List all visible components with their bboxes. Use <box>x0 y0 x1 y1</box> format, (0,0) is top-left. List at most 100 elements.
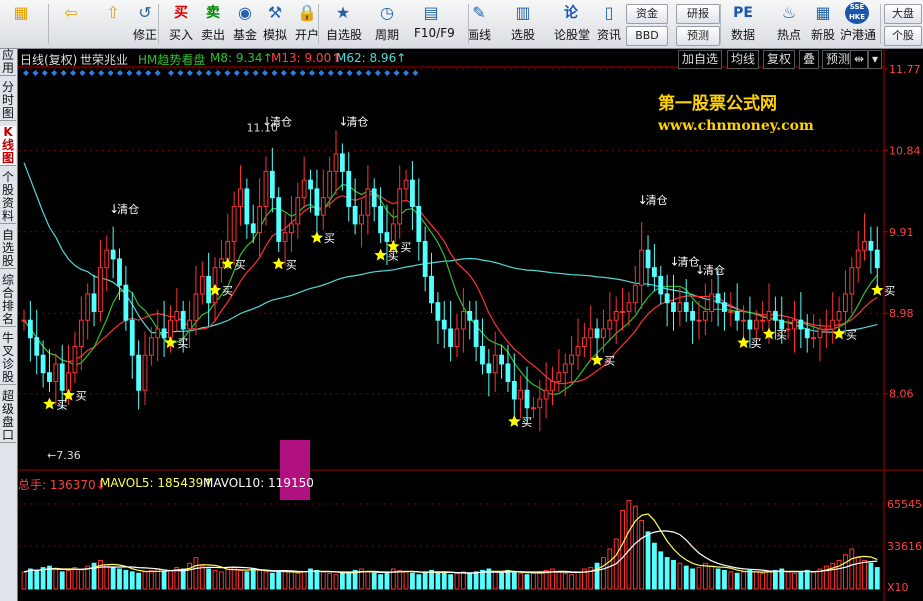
candle-body <box>734 310 740 321</box>
event-marker-icon <box>309 70 315 76</box>
ma8-line <box>23 183 878 396</box>
event-marker-icon <box>126 70 133 76</box>
volume-bar <box>59 571 65 590</box>
candle-body <box>543 389 549 400</box>
candle-body <box>301 179 307 199</box>
candle-body <box>238 188 243 207</box>
candle-body <box>199 275 205 295</box>
kline-chart[interactable]: 11.77 10.84 9.91 8.98 8.06 65545 33616 X10 买买 ↓ 清仓… <box>18 49 923 601</box>
toolbar-button-6[interactable]: ◉ 基金 <box>228 2 262 46</box>
candle-body <box>588 328 594 339</box>
sidebar-tab-7[interactable]: 超级盘口 <box>0 390 16 443</box>
star-folder-icon: ★ <box>335 3 351 22</box>
candle-body <box>410 179 415 207</box>
toolbar-button-14[interactable]: 论论股堂 <box>554 2 590 46</box>
fund-button[interactable]: 资金 <box>626 4 668 24</box>
candle-body <box>550 380 555 391</box>
back-arrow-icon: ⇦ <box>64 3 78 22</box>
chart-option-1[interactable]: 均线 <box>727 50 760 69</box>
toolbar-button-9[interactable]: ★ 自选股 <box>326 2 362 46</box>
chart-option-2[interactable]: 复权 <box>763 50 796 69</box>
volume-bar <box>772 569 778 590</box>
toolbar-button-17[interactable]: ♨ 热点 <box>772 2 806 46</box>
sidebar-tab-2[interactable]: K线图 <box>0 126 16 166</box>
chart-option-3[interactable]: 叠 <box>799 50 820 69</box>
sidebar-tab-6[interactable]: 牛叉诊股 <box>0 332 16 385</box>
volume-bar <box>556 571 562 590</box>
toolbar-button-2[interactable]: ⇧ <box>96 2 130 46</box>
candle-body <box>868 240 874 251</box>
forecast-button[interactable]: 预测 <box>676 26 720 46</box>
candle-body <box>620 310 625 313</box>
toolbar-button-10[interactable]: ◷ 周期 <box>370 2 404 46</box>
watermark-url: www.chnmoney.com <box>658 118 814 134</box>
event-marker-icon <box>374 70 381 76</box>
candle-body <box>422 240 428 277</box>
chart-option-0[interactable]: 加自选 <box>678 50 723 69</box>
volume-bar <box>161 571 167 590</box>
buy-star-icon <box>272 257 285 270</box>
volume-bar <box>874 567 880 590</box>
toolbar-button-7[interactable]: ⚒ 模拟 <box>258 2 292 46</box>
research-button[interactable]: 研报 <box>676 4 720 24</box>
toolbar-button-4[interactable]: 买买入 <box>164 2 198 46</box>
volume-bar <box>339 572 345 590</box>
candle-body <box>709 293 715 312</box>
toolbar-button-19[interactable]: SSE HKE 沪港通 <box>840 2 876 46</box>
toolbar-button-18[interactable]: ▦ 新股 <box>806 2 840 46</box>
toolbar-button-11[interactable]: ▤ F10/F9 <box>414 2 455 46</box>
candle-body <box>772 310 778 321</box>
chevron-down-icon[interactable]: ▾ <box>868 50 883 69</box>
expand-icon[interactable]: ⇹ <box>850 50 869 69</box>
volume-bar <box>696 567 702 590</box>
bbd-button[interactable]: BBD <box>626 26 668 46</box>
event-marker-icon <box>70 70 76 76</box>
toolbar-label: 资讯 <box>596 28 621 42</box>
sidebar-tab-0[interactable]: 应用 <box>0 49 16 76</box>
candle-body <box>359 214 364 225</box>
toolbar-button-3[interactable]: ↺ 修正 <box>128 2 162 46</box>
candle-body <box>282 232 288 242</box>
volume-bar <box>429 569 434 590</box>
candle-body <box>314 188 320 216</box>
volume-bar <box>40 567 46 590</box>
buy-signal-label: 买 <box>324 232 335 245</box>
candle-body <box>218 258 224 269</box>
sidebar-tab-4[interactable]: 自选股 <box>0 229 16 269</box>
buy-star-icon <box>508 414 521 427</box>
toolbar-button-15[interactable]: ▯ 资讯 <box>592 2 626 46</box>
toolbar-button-5[interactable]: 卖卖出 <box>196 2 230 46</box>
toolbar-button-16[interactable]: PE 数据 <box>726 2 760 46</box>
volume-bar <box>212 569 218 590</box>
candle-body <box>499 354 504 365</box>
candle-body <box>753 319 759 330</box>
sidebar-tab-1[interactable]: 分时图 <box>0 81 16 121</box>
event-marker-icon <box>337 70 344 76</box>
candle-body <box>250 223 256 234</box>
toolbar-button-1[interactable]: ⇦ <box>54 2 88 46</box>
volume-bar <box>849 548 855 590</box>
event-marker-icon <box>384 70 391 76</box>
volume-bar <box>492 571 498 590</box>
sell-signal-label: 清仓 <box>346 114 368 128</box>
candle-body <box>320 197 326 216</box>
sidebar-tab-5[interactable]: 综合排名 <box>0 274 16 327</box>
volume-bar <box>257 569 263 590</box>
volume-bar <box>378 574 383 590</box>
candle-body <box>696 319 702 322</box>
market-button[interactable]: 大盘 <box>884 4 922 24</box>
event-marker-icon <box>356 70 362 76</box>
volume-bar <box>403 571 409 590</box>
sidebar-tab-3[interactable]: 个股资料 <box>0 171 16 224</box>
toolbar-button-0[interactable]: ▦ <box>4 2 38 46</box>
candle-body <box>327 170 333 199</box>
toolbar-button-13[interactable]: ▥ 选股 <box>506 2 540 46</box>
volume-bar <box>843 554 848 590</box>
candle-body <box>263 170 269 207</box>
event-marker-icon <box>196 70 203 76</box>
event-marker-icon <box>271 70 278 76</box>
candle-body <box>187 319 192 330</box>
event-marker-icon <box>318 70 325 76</box>
personal-button[interactable]: 个股 <box>884 26 922 46</box>
volume-bar <box>722 569 727 590</box>
